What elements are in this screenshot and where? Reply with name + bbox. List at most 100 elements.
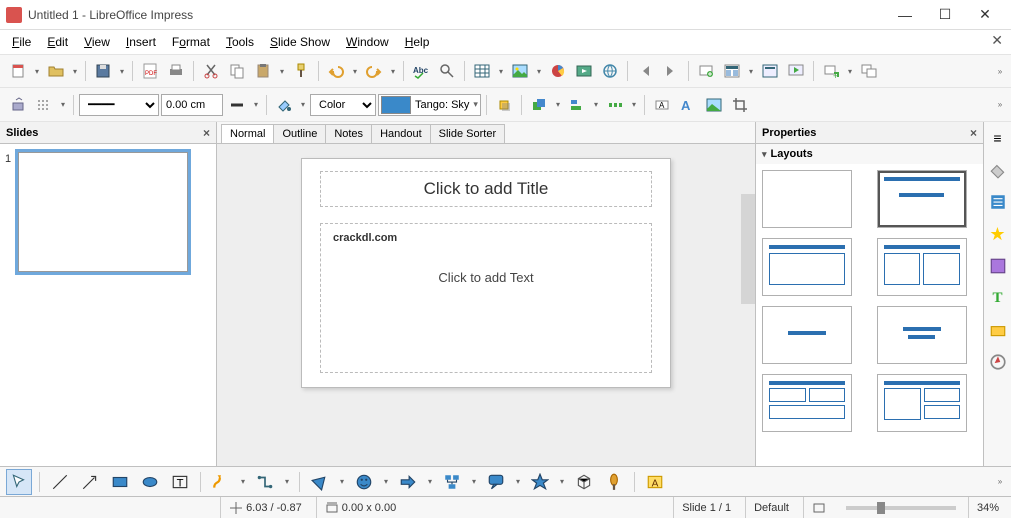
start-slideshow-button[interactable] (784, 59, 808, 83)
insert-textbox-button[interactable]: A (650, 93, 674, 117)
menu-tools[interactable]: Tools (218, 32, 262, 52)
title-placeholder[interactable]: Click to add Title (320, 171, 652, 207)
content-placeholder[interactable]: crackdl.com Click to add Text (320, 223, 652, 373)
slide-master-button[interactable] (758, 59, 782, 83)
stars-dropdown-icon[interactable]: ▾ (557, 477, 567, 486)
area-fill-dropdown-icon[interactable]: ▾ (298, 100, 308, 109)
area-fill-button[interactable] (272, 93, 296, 117)
properties-panel-close-icon[interactable]: × (970, 126, 977, 140)
print-button[interactable] (164, 59, 188, 83)
layout-title-lbig[interactable] (877, 374, 967, 432)
fontwork-button[interactable]: A (676, 93, 700, 117)
layout-centered-text[interactable] (877, 306, 967, 364)
fill-type-select[interactable]: Color (310, 94, 376, 116)
shapes-dropdown-icon[interactable]: ▾ (337, 477, 347, 486)
align-button[interactable] (565, 93, 589, 117)
image-dropdown-icon[interactable]: ▾ (534, 67, 544, 76)
nav-last-button[interactable] (659, 59, 683, 83)
save-dropdown-icon[interactable]: ▾ (117, 67, 127, 76)
tab-handout[interactable]: Handout (371, 124, 431, 143)
menu-file[interactable]: File (4, 32, 39, 52)
copy-button[interactable] (225, 59, 249, 83)
flowchart-dropdown-icon[interactable]: ▾ (469, 477, 479, 486)
layout-blank[interactable] (762, 170, 852, 228)
shadow-button[interactable] (492, 93, 516, 117)
textbox-tool[interactable]: T (167, 469, 193, 495)
tab-sorter[interactable]: Slide Sorter (430, 124, 505, 143)
select-tool[interactable] (6, 469, 32, 495)
nav-first-button[interactable] (633, 59, 657, 83)
chart-button[interactable] (546, 59, 570, 83)
redo-dropdown-icon[interactable]: ▾ (388, 67, 398, 76)
arrows-dropdown-icon[interactable]: ▾ (425, 477, 435, 486)
layout-dropdown-icon[interactable]: ▾ (746, 67, 756, 76)
line-arrow-tool[interactable] (77, 469, 103, 495)
tab-normal[interactable]: Normal (221, 124, 274, 143)
connector-tool[interactable] (252, 469, 278, 495)
layout-two-content[interactable] (877, 238, 967, 296)
insert-image-tb-button[interactable] (702, 93, 726, 117)
slide-layout-button[interactable] (720, 59, 744, 83)
line-tool[interactable] (47, 469, 73, 495)
sidebar-transition-icon[interactable] (988, 352, 1008, 372)
gluepoints-tool[interactable] (601, 469, 627, 495)
close-document-icon[interactable]: ✕ (991, 32, 1003, 49)
distribute-button[interactable] (603, 93, 627, 117)
slide-canvas[interactable]: Click to add Title crackdl.com Click to … (301, 158, 671, 388)
undo-dropdown-icon[interactable]: ▾ (350, 67, 360, 76)
sidebar-navigator-icon[interactable] (988, 256, 1008, 276)
undo-button[interactable] (324, 59, 348, 83)
flowchart-tool[interactable] (439, 469, 465, 495)
basic-shapes-tool[interactable] (307, 469, 333, 495)
toolbar2-overflow-icon[interactable]: » (995, 100, 1005, 109)
connector-dropdown-icon[interactable]: ▾ (282, 477, 292, 486)
position-size-button[interactable] (6, 93, 30, 117)
layout-title-only[interactable] (762, 238, 852, 296)
vertical-scrollbar[interactable] (741, 194, 755, 304)
align-dropdown-icon[interactable]: ▾ (591, 100, 601, 109)
line-style-select[interactable]: ━━━━ (79, 94, 159, 116)
new-slide-green-button[interactable]: + (819, 59, 843, 83)
menu-insert[interactable]: Insert (118, 32, 164, 52)
curve-dropdown-icon[interactable]: ▾ (238, 477, 248, 486)
sidebar-gallery-icon[interactable]: ★ (988, 224, 1008, 244)
3d-tool[interactable] (571, 469, 597, 495)
cut-button[interactable] (199, 59, 223, 83)
spellcheck-button[interactable]: Abc (409, 59, 433, 83)
fontwork-tool[interactable]: A (642, 469, 668, 495)
minimize-button[interactable]: — (885, 0, 925, 30)
stars-tool[interactable] (527, 469, 553, 495)
sidebar-properties-icon[interactable] (988, 160, 1008, 180)
layouts-section-header[interactable]: Layouts (756, 144, 983, 164)
slide-thumbnail[interactable]: 1 (18, 152, 188, 272)
arrange-dropdown-icon[interactable]: ▾ (553, 100, 563, 109)
menu-slideshow[interactable]: Slide Show (262, 32, 338, 52)
duplicate-slide-button[interactable] (857, 59, 881, 83)
symbol-shapes-tool[interactable] (351, 469, 377, 495)
crop-button[interactable] (728, 93, 752, 117)
curve-tool[interactable] (208, 469, 234, 495)
close-window-button[interactable]: ✕ (965, 0, 1005, 30)
line-style-button[interactable] (32, 93, 56, 117)
sidebar-settings-icon[interactable]: ≡ (988, 128, 1008, 148)
slides-list[interactable]: 1 (0, 144, 216, 466)
block-arrows-tool[interactable] (395, 469, 421, 495)
sidebar-master-icon[interactable]: T (988, 288, 1008, 308)
menu-edit[interactable]: Edit (39, 32, 76, 52)
layout-centered[interactable] (762, 306, 852, 364)
hyperlink-button[interactable] (598, 59, 622, 83)
canvas-viewport[interactable]: Click to add Title crackdl.com Click to … (217, 144, 755, 466)
ellipse-tool[interactable] (137, 469, 163, 495)
callouts-tool[interactable] (483, 469, 509, 495)
arrange-button[interactable] (527, 93, 551, 117)
insert-slide-button[interactable] (694, 59, 718, 83)
media-button[interactable] (572, 59, 596, 83)
layout-title-content[interactable] (877, 170, 967, 228)
toolbar-overflow-icon[interactable]: » (995, 67, 1005, 76)
image-button[interactable] (508, 59, 532, 83)
new-slide-dropdown-icon[interactable]: ▾ (845, 67, 855, 76)
table-button[interactable] (470, 59, 494, 83)
paste-button[interactable] (251, 59, 275, 83)
layout-title-2row[interactable] (762, 374, 852, 432)
new-button[interactable] (6, 59, 30, 83)
